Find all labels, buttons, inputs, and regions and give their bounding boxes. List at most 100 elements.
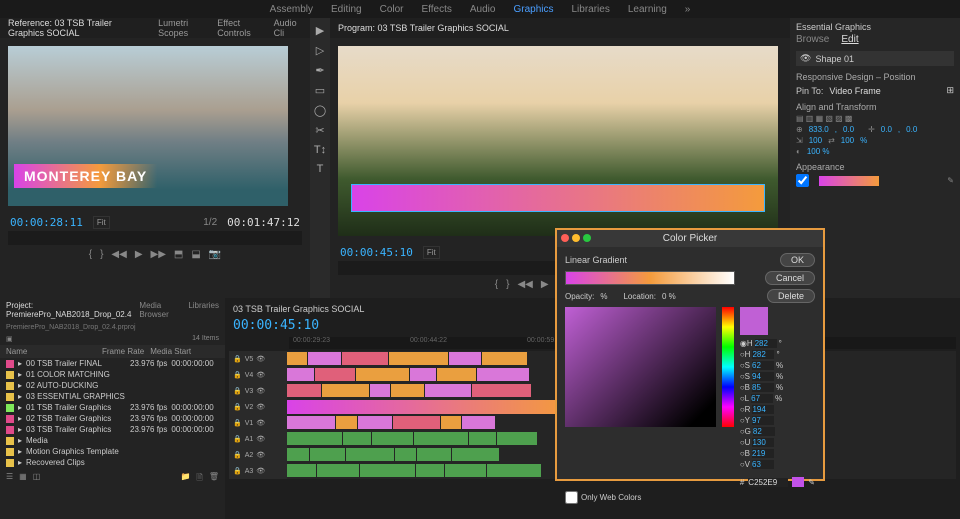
clip[interactable] [437, 368, 476, 381]
clip[interactable] [389, 352, 448, 365]
selection-tool-icon[interactable]: ▶ [316, 24, 324, 37]
lock-icon[interactable]: 🔒 [233, 387, 242, 395]
fill-swatch[interactable] [819, 176, 879, 186]
mark-out-icon[interactable]: } [100, 249, 103, 260]
clip[interactable] [315, 368, 355, 381]
audio-clip-tab[interactable]: Audio Cli [274, 18, 302, 38]
source-tab[interactable]: Reference: 03 TSB Trailer Graphics SOCIA… [8, 18, 148, 38]
toggle-icon[interactable]: 👁 [256, 419, 265, 427]
clip[interactable] [342, 352, 388, 365]
anchor-y[interactable]: 0.0 [906, 125, 917, 134]
zoom-icon[interactable] [583, 234, 591, 242]
b-input[interactable] [752, 383, 774, 392]
clip[interactable] [358, 416, 392, 429]
gradient-bar[interactable] [565, 271, 735, 285]
clip[interactable] [287, 400, 567, 414]
pinto-target[interactable]: Video Frame [829, 86, 880, 96]
project-row[interactable]: ▸Media [0, 435, 225, 446]
clip[interactable] [414, 432, 468, 445]
clip[interactable] [317, 464, 359, 477]
track-name[interactable]: V1 [245, 420, 254, 427]
project-row[interactable]: ▸01 COLOR MATCHING [0, 369, 225, 380]
project-row[interactable]: ▸03 ESSENTIAL GRAPHICS [0, 391, 225, 402]
col-fr[interactable]: Frame Rate [102, 347, 144, 356]
fill-checkbox[interactable] [796, 174, 809, 187]
lock-icon[interactable]: 🔒 [233, 355, 242, 363]
toggle-icon[interactable]: 👁 [256, 435, 265, 443]
lock-icon[interactable]: 🔒 [233, 403, 242, 411]
u-input[interactable] [752, 438, 774, 447]
s-input[interactable] [752, 361, 774, 370]
r-input[interactable] [752, 405, 774, 414]
cancel-button[interactable]: Cancel [765, 271, 815, 285]
eye-icon[interactable]: 👁 [800, 53, 811, 64]
pos-y[interactable]: 0.0 [843, 125, 854, 134]
clip[interactable] [391, 384, 424, 397]
clip[interactable] [452, 448, 499, 461]
ws-learning[interactable]: Learning [628, 4, 667, 15]
track-name[interactable]: V3 [245, 388, 254, 395]
track-name[interactable]: V2 [245, 404, 254, 411]
clip[interactable] [477, 368, 529, 381]
clip[interactable] [497, 432, 537, 445]
minimize-icon[interactable] [572, 234, 580, 242]
clip[interactable] [393, 416, 440, 429]
label-swatch[interactable] [6, 448, 14, 456]
project-row[interactable]: ▸Recovered Clips [0, 457, 225, 468]
align-icons[interactable]: ▤ ▥ ▦ ▧ ▨ ▩ [796, 114, 852, 123]
toggle-icon[interactable]: 👁 [256, 371, 265, 379]
col-name[interactable]: Name [6, 347, 96, 356]
g-input[interactable] [753, 427, 775, 436]
h-input[interactable] [755, 339, 777, 348]
clip[interactable] [336, 416, 357, 429]
export-frame-icon[interactable]: 📷 [209, 249, 221, 260]
pos-x[interactable]: 833.0 [809, 125, 829, 134]
clip[interactable] [416, 464, 444, 477]
source-monitor[interactable]: MONTEREY BAY [8, 46, 288, 206]
hex-input[interactable] [748, 478, 788, 487]
ws-overflow-icon[interactable]: » [685, 4, 691, 15]
label-swatch[interactable] [6, 415, 14, 423]
clip[interactable] [425, 384, 471, 397]
crop-tool-icon[interactable]: ✂ [315, 124, 324, 137]
freeform-icon[interactable]: ◫ [33, 472, 41, 486]
gradient-type-dropdown[interactable]: Linear Gradient [565, 255, 627, 265]
bin-icon[interactable]: ▣ [6, 335, 13, 343]
text-tool-icon[interactable]: T [317, 163, 324, 175]
label-swatch[interactable] [6, 360, 14, 368]
step-fwd-icon[interactable]: ▶▶ [151, 249, 166, 260]
overwrite-icon[interactable]: ⬓ [191, 249, 200, 260]
track-name[interactable]: A2 [245, 452, 254, 459]
col-ms[interactable]: Media Start [150, 347, 191, 356]
label-swatch[interactable] [6, 404, 14, 412]
ws-audio[interactable]: Audio [470, 4, 496, 15]
lock-icon[interactable]: 🔒 [233, 419, 242, 427]
clip[interactable] [322, 384, 369, 397]
y-input[interactable] [752, 416, 774, 425]
selected-shape[interactable] [352, 185, 764, 211]
ok-button[interactable]: OK [780, 253, 815, 267]
eyedrop-icon[interactable]: ✎ [947, 176, 954, 185]
libraries-tab[interactable]: Libraries [188, 301, 219, 319]
ss-input[interactable] [752, 372, 774, 381]
clip[interactable] [372, 432, 413, 445]
anchor-x[interactable]: 0.0 [881, 125, 892, 134]
toggle-icon[interactable]: 👁 [256, 355, 265, 363]
clip[interactable] [472, 384, 531, 397]
clip[interactable] [308, 352, 341, 365]
clip[interactable] [410, 368, 436, 381]
pin-wid-icon[interactable]: ⊞ [946, 85, 954, 96]
project-row[interactable]: ▸03 TSB Trailer Graphics23.976 fps00:00:… [0, 424, 225, 435]
clip[interactable] [482, 352, 527, 365]
clip[interactable] [287, 384, 321, 397]
new-item-icon[interactable]: 🗎 [196, 472, 202, 486]
hue-slider[interactable] [722, 307, 734, 427]
project-row[interactable]: ▸02 TSB Trailer Graphics23.976 fps00:00:… [0, 413, 225, 424]
label-swatch[interactable] [6, 371, 14, 379]
mark-out-icon[interactable]: } [506, 279, 509, 290]
label-swatch[interactable] [6, 426, 14, 434]
browse-tab[interactable]: Browse [796, 34, 829, 45]
clip[interactable] [287, 352, 307, 365]
clip[interactable] [287, 432, 342, 445]
clip[interactable] [287, 464, 316, 477]
